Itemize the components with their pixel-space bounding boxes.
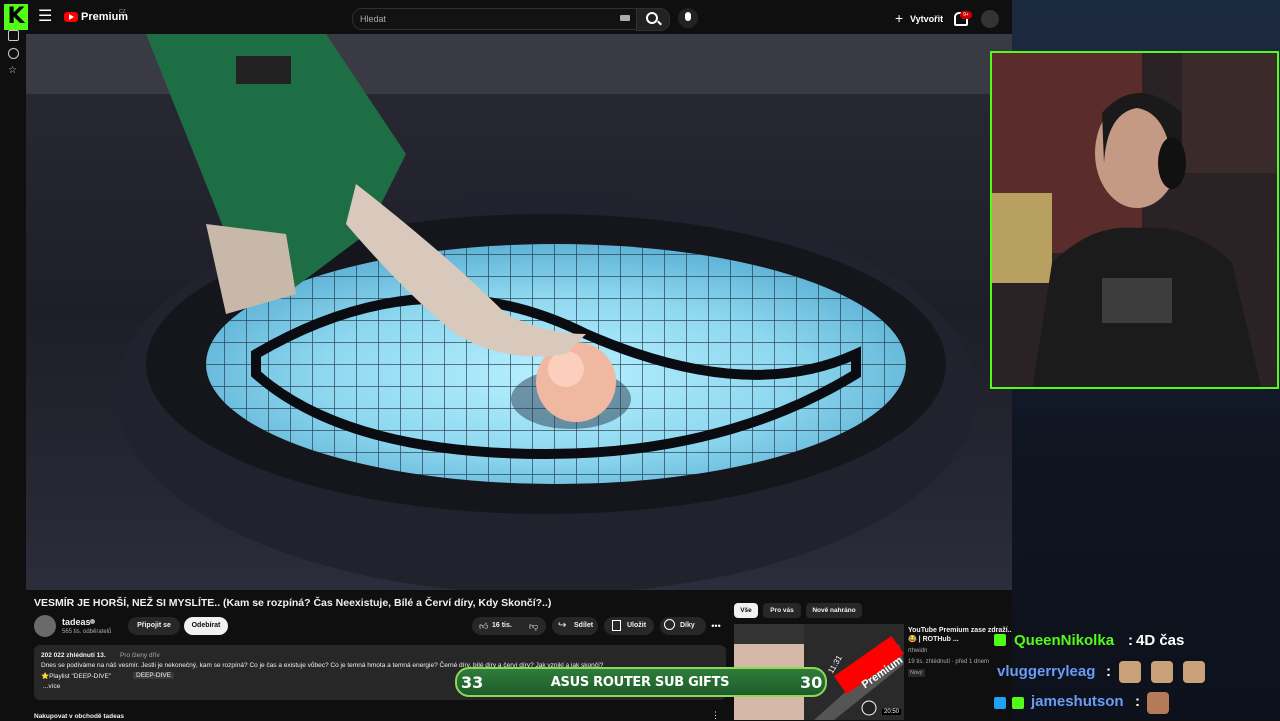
view-stats: 202 022 zhlédnutí 13. [41,652,106,659]
account-avatar[interactable] [981,10,999,28]
cat-emote-icon [1151,661,1173,683]
chat-badge [1012,697,1024,709]
show-more-link[interactable]: ...více [43,683,60,690]
gift-count-right: 30 [800,673,823,692]
menu-icon[interactable]: ☰ [38,9,54,25]
new-badge: Nový [908,669,925,677]
notification-badge: 9+ [960,11,972,19]
channel-name[interactable]: tadeas [62,617,91,627]
thanks-icon [664,619,675,630]
keyboard-icon[interactable] [620,15,630,21]
chip-recently-uploaded[interactable]: Nově nahráno [806,603,862,618]
channel-avatar[interactable] [34,615,56,637]
kick-logo: K [4,4,28,30]
recommended-channel-name[interactable]: rthwidn [908,648,927,654]
members-early-label: Pro členy dřív [120,652,160,659]
gift-banner-text: ASUS ROUTER SUB GIFTS [550,675,730,690]
chat-badge [994,634,1006,646]
video-title: VESMÍR JE HORŠÍ, NEŽ SI MYSLÍTE.. (Kam s… [34,597,552,609]
thumbs-up-icon[interactable]: 👍︎ [479,621,488,632]
shop-heading: Nakupovat v obchodě tadeas [34,713,124,720]
thanks-label: Díky [680,622,695,629]
save-label: Uložit [627,622,647,629]
chat-message: 4D čas [1136,632,1185,649]
video-frame [26,34,1012,590]
chip-for-you[interactable]: Pro vás [763,603,801,618]
left-sidebar [0,36,26,720]
share-label: Sdílet [574,622,594,629]
search-placeholder: Hledat [360,14,387,24]
gift-count-left: 33 [461,673,484,692]
subscribe-button[interactable]: Odebírat [184,617,228,635]
playlist-tag[interactable]: DEEP-DIVE [133,672,175,679]
search-input[interactable] [352,8,637,30]
microphone-icon [685,12,691,21]
chat-username: jameshutson [1031,693,1124,710]
cat-emote-icon [1119,661,1141,683]
country-code: CZ [119,9,126,15]
more-actions-icon[interactable]: ••• [707,617,725,635]
share-icon: ↪ [558,620,567,631]
webcam-feed [992,53,1277,387]
video-duration: 20:50 [882,709,902,715]
video-player[interactable] [26,34,1012,590]
recommended-video-meta: 19 tis. zhlédnutí · před 1 dnem [908,659,990,665]
subscriber-count: 565 tis. odběratelů [62,629,112,635]
chat-separator: : [1135,693,1140,710]
chat-badge [994,697,1006,709]
playlist-link[interactable]: ⭐Playlist "DEEP-DIVE" [41,672,111,680]
chip-all[interactable]: Vše [734,603,758,618]
verified-icon [90,619,95,624]
streamer-webcam [990,51,1279,389]
star-icon[interactable]: ☆ [8,66,17,76]
join-button[interactable]: Připojit se [128,617,180,635]
cat-emote-icon [1183,661,1205,683]
chat-separator: : [1106,663,1111,680]
clock-icon[interactable] [8,48,19,59]
bookmark-icon [612,620,621,631]
face-emote-icon [1147,692,1169,714]
search-icon [646,12,658,24]
home-icon[interactable] [8,30,19,41]
youtube-logo-icon[interactable] [64,12,78,22]
chat-username: QueenNikolka [1014,632,1115,649]
shop-more-icon[interactable]: ⋮ [711,710,720,721]
plus-icon[interactable]: + [895,11,903,25]
like-count[interactable]: 16 tis. [492,622,512,629]
thumbs-down-icon[interactable]: 👎︎ [529,621,538,632]
chat-separator: : [1128,632,1133,649]
create-button[interactable]: Vytvořit [910,14,943,24]
chat-username: vluggerryleag [997,663,1096,680]
